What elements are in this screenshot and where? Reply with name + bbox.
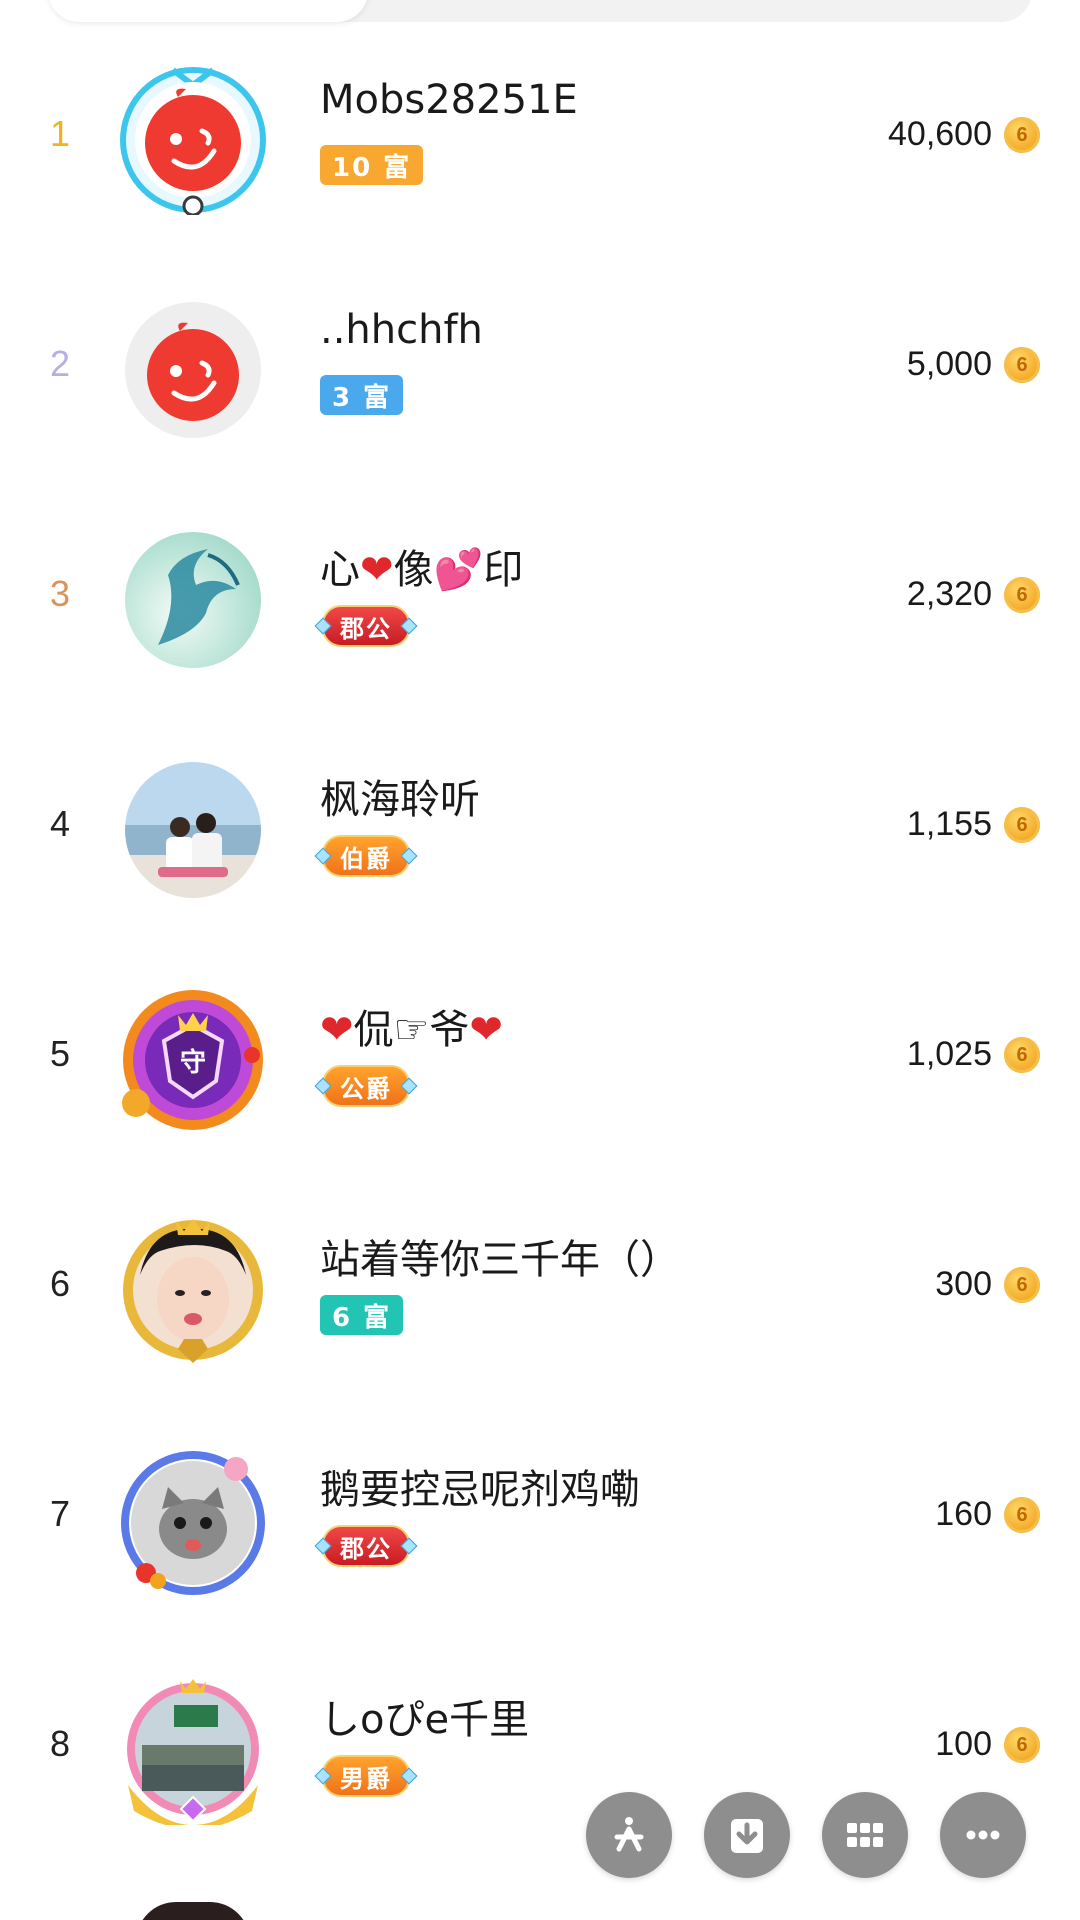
avatar[interactable]: 守 bbox=[118, 985, 268, 1135]
heart-emoji: ❤ bbox=[360, 547, 394, 593]
rank-number: 2 bbox=[49, 343, 71, 384]
rank-number: 3 bbox=[49, 573, 71, 614]
name-part: 印 bbox=[483, 547, 524, 593]
rank-number: 4 bbox=[49, 803, 71, 844]
guard-frame-icon: 守 bbox=[122, 990, 263, 1130]
rank-number: 7 bbox=[49, 1493, 71, 1534]
ranking-row[interactable]: 7 鹅要控忌呢剂鸡嘞 郡公 160 6 bbox=[0, 1399, 1080, 1629]
noble-rank-badge: 伯爵 bbox=[322, 835, 410, 877]
pinwheel-button[interactable] bbox=[586, 1792, 672, 1878]
contribution-amount: 1,025 bbox=[906, 1034, 992, 1073]
grid-button[interactable] bbox=[822, 1792, 908, 1878]
contribution-amount: 5,000 bbox=[906, 344, 992, 383]
contribution-amount: 2,320 bbox=[906, 574, 992, 613]
user-name: Mobs28251E bbox=[320, 77, 578, 123]
ranking-row[interactable]: 8 しoぴe千里 男爵 100 6 bbox=[0, 1629, 1080, 1859]
ranking-row[interactable]: 2 ..hhchfh 3 富 5,000 6 bbox=[0, 249, 1080, 479]
ranking-row[interactable]: 3 心❤像💕印 郡公 2,320 6 bbox=[0, 479, 1080, 709]
coin-icon: 6 bbox=[1004, 117, 1040, 153]
download-button[interactable] bbox=[704, 1792, 790, 1878]
rank-number: 6 bbox=[49, 1263, 71, 1304]
contribution-amount: 40,600 bbox=[888, 114, 992, 153]
ranking-row[interactable]: 5 守 ❤侃☞爷❤ 公爵 1,025 6 bbox=[0, 939, 1080, 1169]
user-name: ..hhchfh bbox=[320, 307, 483, 353]
contribution-amount: 160 bbox=[935, 1494, 992, 1533]
avatar-frame-icon bbox=[120, 67, 266, 217]
avatar[interactable] bbox=[118, 755, 268, 905]
avatar[interactable] bbox=[118, 1215, 268, 1365]
rank-number: 5 bbox=[49, 1033, 71, 1074]
app-logo-icon bbox=[125, 302, 261, 438]
avatar-partial bbox=[136, 1902, 250, 1920]
user-name: ❤侃☞爷❤ bbox=[320, 997, 503, 1055]
girl-photo-icon bbox=[123, 1219, 263, 1363]
heart-emoji: ❤ bbox=[320, 1007, 354, 1053]
download-icon bbox=[731, 1819, 763, 1853]
avatar[interactable] bbox=[118, 65, 268, 217]
noble-rank-badge: 郡公 bbox=[322, 605, 410, 647]
avatar[interactable] bbox=[118, 295, 268, 445]
hearts-emoji: 💕 bbox=[433, 547, 484, 593]
noble-rank-badge: 郡公 bbox=[322, 1525, 410, 1567]
user-name: しoぴe千里 bbox=[320, 1697, 530, 1743]
dragon-photo-icon bbox=[125, 532, 261, 668]
ranking-row[interactable]: 6 站着等你三千年（） 6 富 300 6 bbox=[0, 1169, 1080, 1399]
user-name: 站着等你三千年（） bbox=[320, 1237, 680, 1283]
more-icon bbox=[966, 1830, 1000, 1840]
noble-rank-badge: 公爵 bbox=[322, 1065, 410, 1107]
heart-emoji: ❤ bbox=[469, 1007, 503, 1053]
coin-icon: 6 bbox=[1004, 1037, 1040, 1073]
user-name: 鹅要控忌呢剂鸡嘞 bbox=[320, 1467, 640, 1513]
couple-photo-icon bbox=[125, 762, 261, 898]
ranking-row[interactable]: 1 Mobs28251E 10 富 40,600 6 bbox=[0, 19, 1080, 249]
noble-rank-badge: 男爵 bbox=[322, 1755, 410, 1797]
user-name: 心❤像💕印 bbox=[320, 537, 523, 595]
coin-icon: 6 bbox=[1004, 1727, 1040, 1763]
road-photo-icon bbox=[127, 1679, 259, 1829]
ranking-screen: 1 Mobs28251E 10 富 40,600 6 2 ..hhchfh 3 … bbox=[0, 0, 1080, 1920]
fortune-level-badge: 6 富 bbox=[320, 1295, 404, 1335]
coin-icon: 6 bbox=[1004, 1497, 1040, 1533]
contribution-amount: 300 bbox=[935, 1264, 992, 1303]
rank-number: 1 bbox=[49, 113, 71, 154]
user-name: 枫海聆听 bbox=[320, 777, 480, 823]
avatar[interactable] bbox=[118, 1675, 268, 1829]
coin-icon: 6 bbox=[1004, 577, 1040, 613]
name-part: 心 bbox=[320, 547, 360, 593]
more-button[interactable] bbox=[940, 1792, 1026, 1878]
name-part: 像 bbox=[393, 547, 434, 593]
coin-icon: 6 bbox=[1004, 807, 1040, 843]
coin-icon: 6 bbox=[1004, 347, 1040, 383]
ranking-row[interactable]: 4 枫海聆听 伯爵 1,155 6 bbox=[0, 709, 1080, 939]
grid-icon bbox=[847, 1823, 883, 1847]
svg-text:守: 守 bbox=[180, 1047, 206, 1078]
fortune-level-badge: 3 富 bbox=[320, 375, 404, 415]
rank-number: 8 bbox=[49, 1723, 71, 1764]
contribution-amount: 1,155 bbox=[906, 804, 992, 843]
name-part: 侃☞爷 bbox=[353, 1007, 470, 1053]
cat-photo-icon bbox=[121, 1451, 265, 1595]
pinwheel-icon bbox=[614, 1817, 644, 1852]
coin-icon: 6 bbox=[1004, 1267, 1040, 1303]
avatar[interactable] bbox=[118, 1445, 268, 1595]
fortune-level-badge: 10 富 bbox=[320, 145, 424, 185]
avatar[interactable] bbox=[118, 525, 268, 675]
